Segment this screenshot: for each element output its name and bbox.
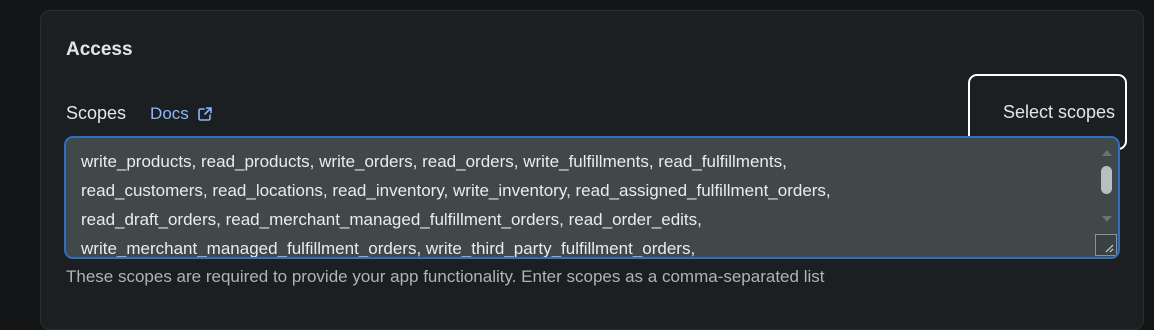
- scopes-help-text: These scopes are required to provide you…: [66, 267, 825, 286]
- scopes-textarea[interactable]: write_products, read_products, write_ord…: [64, 136, 1120, 259]
- resize-handle-icon[interactable]: [1095, 234, 1117, 256]
- access-card: Access Scopes Docs Select scopes write_p…: [40, 10, 1144, 330]
- scroll-down-arrow-icon[interactable]: [1102, 216, 1112, 222]
- scopes-label: Scopes: [66, 103, 127, 123]
- docs-link-label: Docs: [150, 103, 189, 123]
- scroll-thumb[interactable]: [1101, 166, 1112, 194]
- external-link-icon: [197, 106, 212, 121]
- scroll-up-arrow-icon[interactable]: [1102, 150, 1112, 156]
- section-title: Access: [66, 39, 133, 60]
- docs-link[interactable]: Docs: [150, 104, 213, 124]
- scopes-value[interactable]: write_products, read_products, write_ord…: [81, 147, 1081, 257]
- scopes-header: Scopes Docs: [66, 103, 213, 124]
